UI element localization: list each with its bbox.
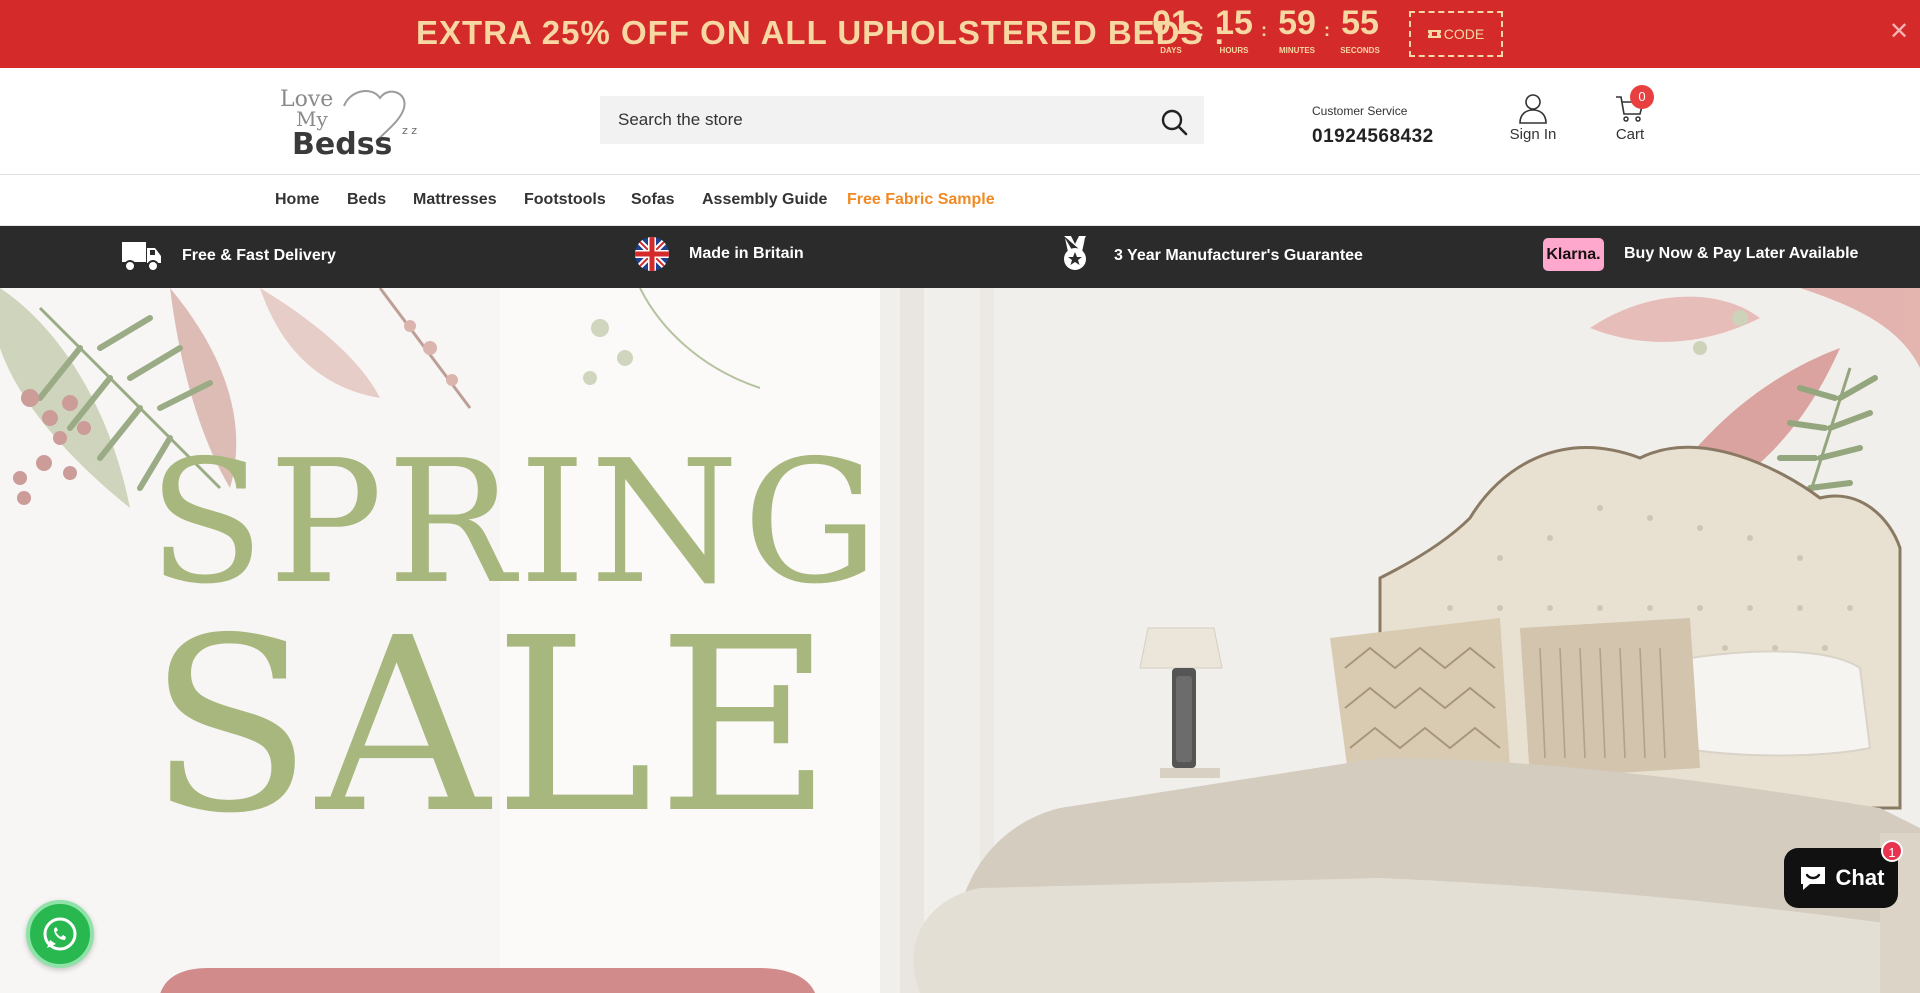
benefit-delivery-text: Free & Fast Delivery [182, 247, 336, 264]
chat-button[interactable]: Chat [1784, 848, 1898, 908]
klarna-logo: Klarna. [1543, 238, 1604, 271]
countdown-seconds-label: SECONDS [1340, 46, 1380, 55]
hero-title-line2: SALE [148, 586, 837, 866]
search-icon[interactable] [1160, 108, 1188, 136]
award-ribbon-icon [1064, 236, 1086, 270]
close-icon[interactable]: ✕ [1888, 19, 1910, 43]
hero-cta-pill[interactable] [158, 968, 818, 993]
uk-flag-icon [635, 237, 669, 271]
countdown-hours: 15 HOURS [1211, 4, 1257, 55]
logo-zz: z z [402, 124, 417, 137]
hero-title-line1: SPRING [148, 424, 883, 622]
whatsapp-button[interactable] [26, 900, 94, 968]
sign-in-label: Sign In [1509, 126, 1557, 143]
main-nav: Home Beds Mattresses Footstools Sofas As… [0, 175, 1920, 226]
benefits-bar: Free & Fast Delivery Made in Britain 3 Y… [0, 226, 1920, 288]
nav-item-home[interactable]: Home [275, 191, 319, 209]
chat-unread-badge: 1 [1881, 840, 1903, 862]
benefit-guarantee-text: 3 Year Manufacturer's Guarantee [1114, 247, 1363, 264]
countdown-days-value: 01 [1152, 4, 1190, 42]
ticket-icon [1427, 30, 1441, 38]
chat-bubble-icon [1800, 867, 1825, 890]
user-icon [1519, 94, 1547, 124]
countdown-separator: : [1261, 20, 1267, 40]
search-input[interactable] [600, 96, 1160, 144]
cart-label: Cart [1615, 126, 1645, 143]
delivery-truck-icon [122, 242, 161, 272]
nav-item-sofas[interactable]: Sofas [631, 191, 675, 209]
search-bar [600, 96, 1204, 144]
nav-item-assembly-guide[interactable]: Assembly Guide [702, 191, 827, 209]
nav-item-beds[interactable]: Beds [347, 191, 386, 209]
nav-item-free-fabric-sample[interactable]: Free Fabric Sample [847, 191, 995, 209]
benefit-klarna-text: Buy Now & Pay Later Available [1624, 245, 1859, 262]
hero-banner[interactable]: SPRING SALE [0, 288, 1920, 993]
countdown-separator: : [1198, 20, 1204, 40]
promo-code-button[interactable]: CODE [1409, 11, 1503, 57]
countdown-hours-value: 15 [1215, 4, 1253, 42]
countdown-seconds-value: 55 [1341, 4, 1379, 42]
customer-service-label: Customer Service [1312, 104, 1408, 118]
nav-item-mattresses[interactable]: Mattresses [413, 191, 497, 209]
countdown-minutes: 59 MINUTES [1274, 4, 1320, 55]
countdown-minutes-label: MINUTES [1279, 46, 1315, 55]
nav-item-footstools[interactable]: Footstools [524, 191, 606, 209]
benefit-britain-text: Made in Britain [689, 245, 804, 262]
customer-service-phone[interactable]: 01924568432 [1312, 126, 1434, 148]
countdown-hours-label: HOURS [1219, 46, 1249, 55]
chat-label: Chat [1835, 865, 1885, 890]
site-header: Love My Bedss z z Customer Service 01924… [0, 68, 1920, 175]
countdown-days: 01 DAYS [1148, 4, 1194, 55]
sign-in-button[interactable]: Sign In [1500, 92, 1566, 152]
site-logo[interactable]: Love My Bedss z z [280, 84, 420, 160]
promo-bar: EXTRA 25% OFF ON ALL UPHOLSTERED BEDS : … [0, 0, 1920, 68]
logo-bedss: Bedss [292, 127, 392, 160]
countdown-seconds: 55 SECONDS [1337, 4, 1383, 55]
countdown-separator: : [1324, 20, 1330, 40]
promo-text: EXTRA 25% OFF ON ALL UPHOLSTERED BEDS : [416, 14, 1226, 51]
promo-code-label: CODE [1443, 26, 1485, 42]
cart-count-badge: 0 [1630, 85, 1654, 109]
whatsapp-icon [43, 917, 77, 951]
countdown-days-label: DAYS [1160, 46, 1182, 55]
countdown-minutes-value: 59 [1278, 4, 1316, 42]
